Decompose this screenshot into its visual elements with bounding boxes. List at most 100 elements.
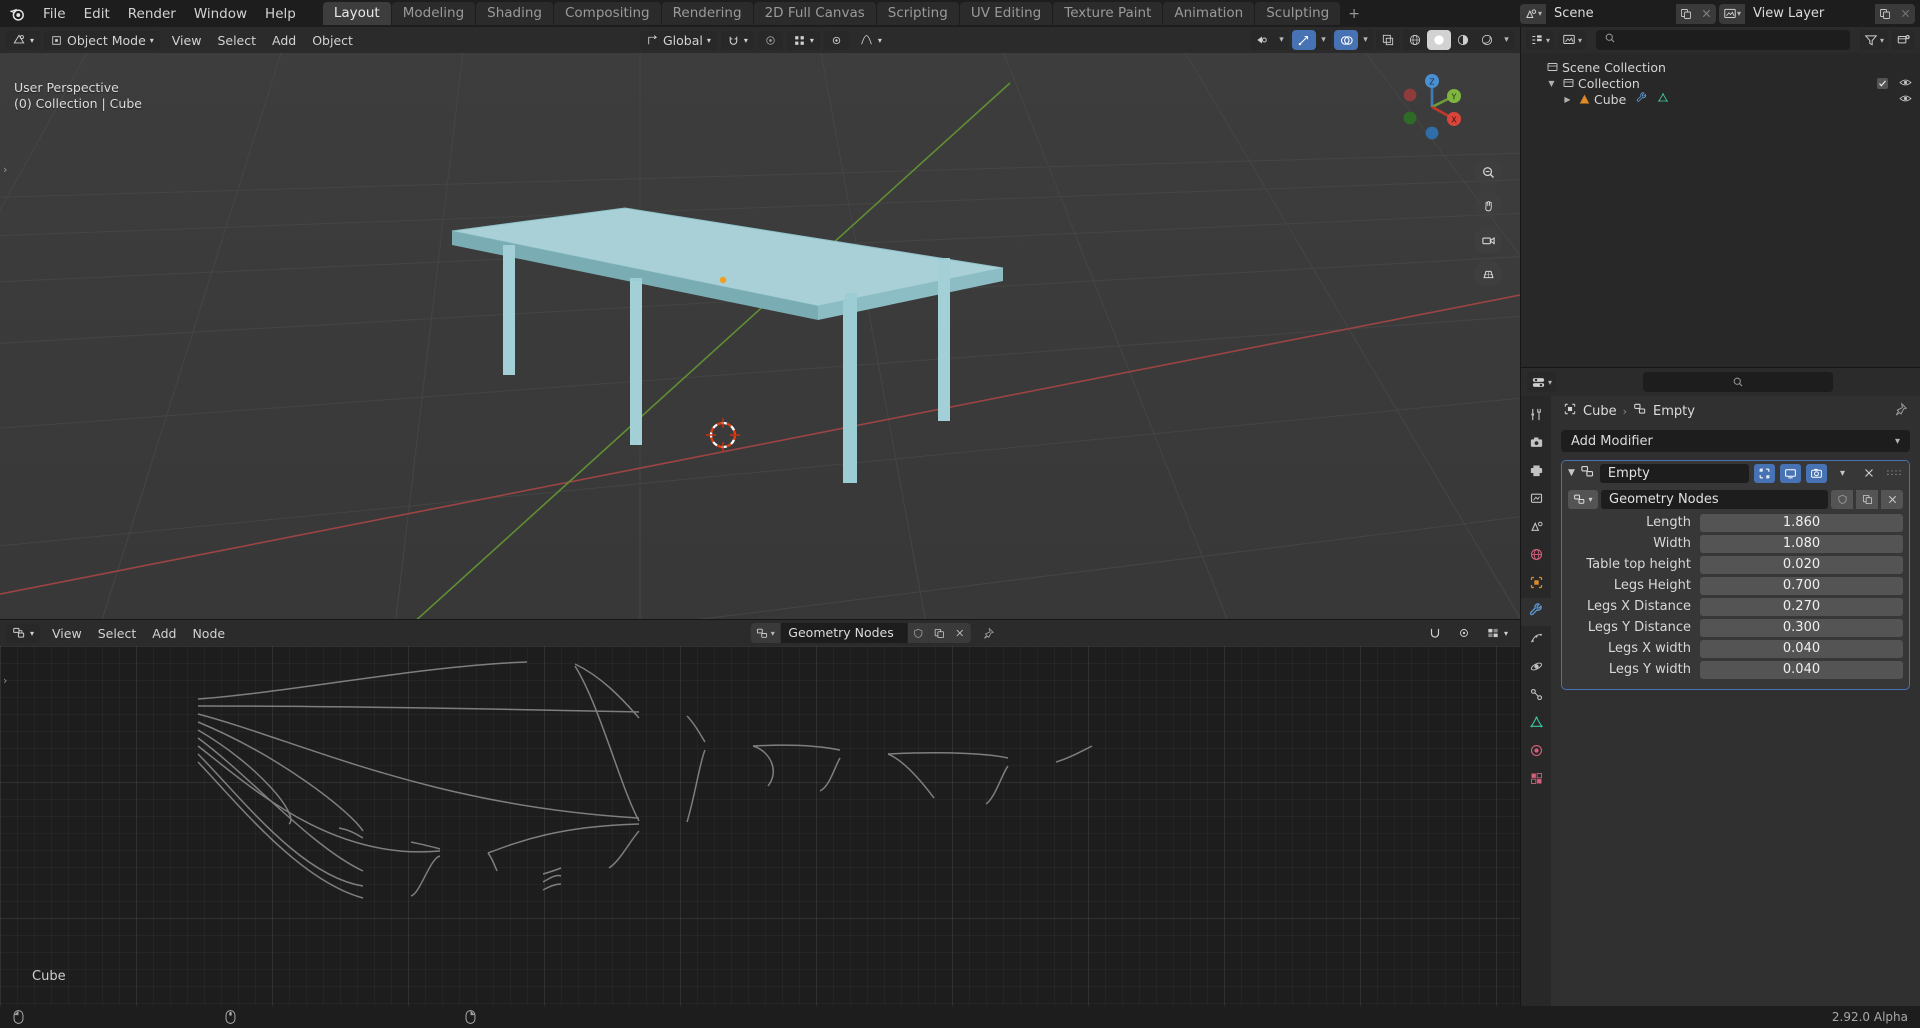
realtime-display-toggle[interactable] — [1780, 463, 1801, 483]
viewlayer-duplicate-icon[interactable] — [1875, 3, 1895, 24]
outliner-search-input[interactable] — [1596, 30, 1850, 50]
node-menu-select[interactable]: Select — [90, 624, 145, 643]
workspace-tab-2d-full-canvas[interactable]: 2D Full Canvas — [753, 2, 876, 25]
viewlayer-name[interactable]: View Layer — [1745, 3, 1875, 24]
modifier-dropdown-icon[interactable]: ▾ — [1832, 464, 1853, 483]
scene-icon[interactable]: ▾ — [1520, 3, 1546, 24]
scene-close-icon[interactable] — [1696, 3, 1716, 24]
node-tree-icon[interactable]: ▾ — [750, 623, 781, 643]
viewport-menu-view[interactable]: View — [164, 31, 210, 50]
snap-icon[interactable] — [1422, 624, 1448, 643]
outliner-row-collection[interactable]: ▼ Collection — [1521, 75, 1920, 91]
mesh-data-icon[interactable] — [1657, 92, 1669, 107]
properties-tab-material[interactable] — [1521, 738, 1551, 766]
pan-hand-icon[interactable] — [1474, 192, 1502, 220]
outliner-expander[interactable]: ▶ — [1561, 95, 1574, 104]
properties-tab-constraints[interactable] — [1521, 682, 1551, 710]
menu-window[interactable]: Window — [185, 3, 256, 25]
falloff-curve-icon[interactable]: ▾ — [853, 31, 888, 50]
workspace-tab-rendering[interactable]: Rendering — [661, 2, 753, 25]
workspace-tab-compositing[interactable]: Compositing — [554, 2, 661, 25]
viewport-canvas[interactable]: › User Perspective (0) Collection | Cube… — [0, 53, 1520, 619]
properties-tab-modifiers[interactable] — [1521, 598, 1551, 626]
modifier-expander-icon[interactable]: ▼ — [1568, 468, 1575, 478]
visibility-toggle[interactable] — [823, 30, 849, 50]
menu-file[interactable]: File — [34, 3, 75, 25]
properties-tab-physics[interactable] — [1521, 654, 1551, 682]
node-group-icon[interactable]: ▾ — [1568, 490, 1598, 509]
modifier-input-value[interactable]: 0.020 — [1700, 555, 1903, 574]
properties-tab-render[interactable] — [1521, 430, 1551, 458]
view-layer-icon[interactable]: ▾ — [1719, 3, 1745, 24]
gizmo-dropdown[interactable]: ▾ — [1292, 30, 1331, 50]
breadcrumb-object-label[interactable]: Cube — [1583, 404, 1617, 419]
modifier-input-value[interactable]: 0.270 — [1700, 597, 1903, 616]
properties-tab-scene[interactable] — [1521, 514, 1551, 542]
proportional-editing-toggle[interactable] — [757, 30, 783, 50]
overlays-dropdown[interactable]: ▾ — [1334, 30, 1373, 50]
overlay-icon[interactable] — [1334, 30, 1358, 50]
zoom-icon[interactable] — [1474, 158, 1502, 186]
properties-search-input[interactable] — [1643, 372, 1833, 392]
node-tree-close-icon[interactable] — [949, 623, 971, 643]
node-group-close-icon[interactable] — [1881, 490, 1903, 509]
node-group-fake-user-shield-icon[interactable] — [1831, 490, 1853, 509]
shading-rendered-icon[interactable] — [1475, 30, 1499, 50]
outliner-row-scene-collection[interactable]: Scene Collection — [1521, 59, 1920, 75]
editor-type-outliner-icon[interactable]: ▾ — [1526, 30, 1555, 50]
breadcrumb-modifier-label[interactable]: Empty — [1653, 404, 1695, 419]
render-display-toggle[interactable] — [1806, 463, 1827, 483]
visibility-chevron-down-icon[interactable]: ▾ — [1274, 30, 1289, 50]
properties-tab-tool[interactable] — [1521, 402, 1551, 430]
viewport-menu-add[interactable]: Add — [264, 31, 304, 50]
object-mode-selector[interactable]: Object Mode ▾ — [44, 30, 160, 50]
node-menu-view[interactable]: View — [44, 624, 90, 643]
node-group-duplicate-icon[interactable] — [1856, 490, 1878, 509]
scene-name[interactable]: Scene — [1546, 3, 1676, 24]
ortho-persp-icon[interactable] — [1474, 260, 1502, 288]
outliner-expander[interactable]: ▼ — [1545, 79, 1558, 88]
properties-tab-texture[interactable] — [1521, 766, 1551, 794]
object-visibility-icon[interactable] — [1250, 30, 1274, 50]
node-group-name[interactable]: Geometry Nodes — [1601, 490, 1828, 509]
workspace-tab-shading[interactable]: Shading — [476, 2, 553, 25]
node-tree-duplicate-icon[interactable] — [928, 623, 950, 643]
workspace-tab-layout[interactable]: Layout — [322, 2, 391, 25]
add-workspace-button[interactable]: + — [1340, 2, 1368, 26]
node-menu-add[interactable]: Add — [144, 624, 184, 643]
new-collection-icon[interactable] — [1892, 30, 1915, 50]
visibility-dropdown[interactable]: ▾ — [1250, 30, 1289, 50]
node-menu-node[interactable]: Node — [184, 624, 233, 643]
properties-tab-world[interactable] — [1521, 542, 1551, 570]
overlays-icon[interactable]: ▾ — [1480, 624, 1514, 643]
outliner-filter-icon[interactable]: ▾ — [1859, 30, 1888, 50]
node-tree-name[interactable]: Geometry Nodes — [780, 623, 908, 643]
shading-chevron-down-icon[interactable]: ▾ — [1499, 30, 1514, 50]
blender-logo-icon[interactable] — [6, 3, 28, 25]
properties-tab-particles[interactable] — [1521, 626, 1551, 654]
viewport-menu-select[interactable]: Select — [209, 31, 264, 50]
navigation-gizmo[interactable]: Z Y X — [1396, 71, 1468, 143]
modifier-input-value[interactable]: 0.300 — [1700, 618, 1903, 637]
camera-icon[interactable] — [1474, 226, 1502, 254]
scene-duplicate-icon[interactable] — [1676, 3, 1696, 24]
viewlayer-selector[interactable]: ▾ View Layer — [1719, 3, 1915, 24]
pin-icon[interactable] — [977, 623, 1001, 643]
properties-tab-view-layer[interactable] — [1521, 486, 1551, 514]
gizmo-chevron-down-icon[interactable]: ▾ — [1316, 30, 1331, 50]
workspace-tab-sculpting[interactable]: Sculpting — [1255, 2, 1341, 25]
shading-mode-selector[interactable]: ▾ — [1403, 30, 1514, 50]
editor-type-3dview-icon[interactable]: ▾ — [6, 30, 41, 50]
editor-type-properties-icon[interactable]: ▾ — [1527, 372, 1557, 392]
xray-icon[interactable] — [1376, 30, 1400, 50]
properties-tab-data[interactable] — [1521, 710, 1551, 738]
shading-solid-icon[interactable] — [1427, 30, 1451, 50]
modifier-input-value[interactable]: 1.080 — [1700, 534, 1903, 553]
node-canvas[interactable]: › Cube — [0, 646, 1520, 1006]
menu-edit[interactable]: Edit — [75, 3, 119, 25]
properties-tab-output[interactable] — [1521, 458, 1551, 486]
properties-tab-object[interactable] — [1521, 570, 1551, 598]
modifier-input-value[interactable]: 0.040 — [1700, 660, 1903, 679]
workspace-tab-modeling[interactable]: Modeling — [391, 2, 476, 25]
workspace-tab-texture-paint[interactable]: Texture Paint — [1053, 2, 1163, 25]
